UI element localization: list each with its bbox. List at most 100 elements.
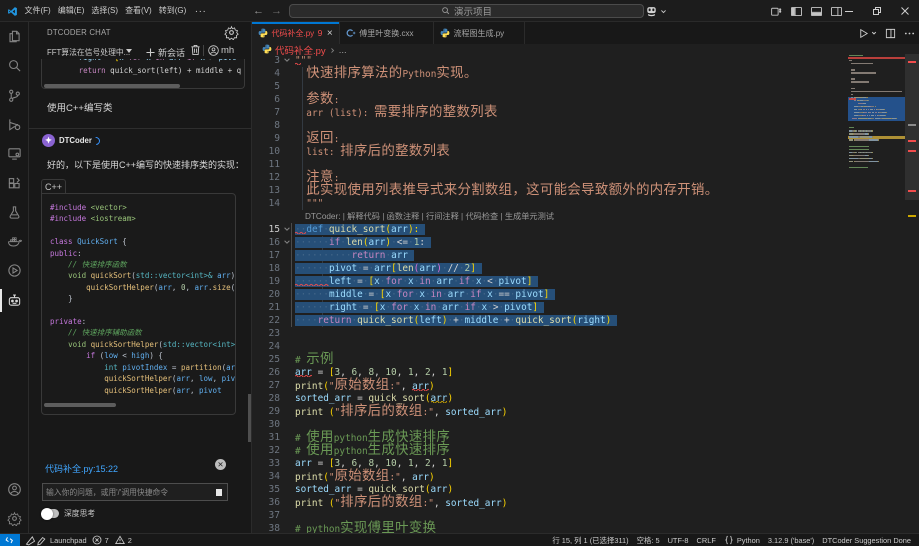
code-line-31[interactable]: 31# 使用python生成快速排序	[252, 431, 919, 444]
tab-流程图生成.py[interactable]: 流程图生成.py	[434, 22, 525, 44]
customize-layout-icon[interactable]	[770, 5, 783, 18]
indentation[interactable]: 空格: 5	[637, 535, 660, 546]
activity-settings-gear-icon[interactable]	[0, 504, 29, 533]
code-line-16[interactable]: 16······if·len(arr)·<=·1:	[252, 236, 919, 249]
session-title[interactable]: FFT算法在信号处理中...	[47, 47, 130, 58]
dtcoder-status[interactable]: DTCoder Suggestion Done	[822, 536, 911, 545]
code-line-36[interactable]: 36print ("排序后的数组:", sorted_arr)	[252, 496, 919, 509]
activity-run-debug-icon[interactable]	[0, 110, 29, 139]
code-line-9[interactable]: 9 返回:	[252, 132, 919, 145]
launchpad-button[interactable]: Launchpad	[25, 535, 87, 546]
activity-explorer-icon[interactable]	[0, 22, 29, 51]
split-editor-icon[interactable]	[885, 28, 896, 39]
tab-close-icon[interactable]: ×	[327, 28, 333, 39]
code-block-hscrollbar[interactable]	[44, 403, 116, 407]
activity-run-circle-icon[interactable]	[0, 256, 29, 285]
code-line-25[interactable]: 25# 示例	[252, 353, 919, 366]
code-line-10[interactable]: 10 list: 排序后的整数列表	[252, 145, 919, 158]
code-line-14[interactable]: 14 """	[252, 197, 919, 210]
code-line-8[interactable]: 8	[252, 119, 919, 132]
activity-remote-explorer-icon[interactable]	[0, 139, 29, 168]
python-interpreter[interactable]: 3.12.9 ('base')	[768, 536, 814, 545]
tab-傅里叶变换.cxx[interactable]: 傅里叶变换.cxx	[340, 22, 434, 44]
activity-test-flask-icon[interactable]	[0, 198, 29, 227]
code-line-11[interactable]: 11	[252, 158, 919, 171]
deep-think-toggle[interactable]	[42, 509, 59, 518]
menu-查看(V)[interactable]: 查看(V)	[122, 0, 156, 22]
activity-docker-icon[interactable]	[0, 227, 29, 256]
code-line-26[interactable]: 26arr = [3, 6, 8, 10, 1, 2, 1]	[252, 366, 919, 379]
code-line-6[interactable]: 6 参数:	[252, 93, 919, 106]
code-line-29[interactable]: 29print ("排序后的数组:", sorted_arr)	[252, 405, 919, 418]
code-line-38[interactable]: 38# python实现傅里叶变换	[252, 522, 919, 534]
code-line-19[interactable]: 19······left·=·[x·for·x·in·arr·if·x·<·pi…	[252, 275, 919, 288]
toggle-panel-icon[interactable]	[810, 5, 823, 18]
code-line-32[interactable]: 32# 使用python生成快速排序	[252, 444, 919, 457]
code-line-23[interactable]: 23	[252, 327, 919, 340]
code-line-35[interactable]: 35sorted_arr = quick_sort(arr)	[252, 483, 919, 496]
minimize-button[interactable]	[835, 0, 863, 22]
command-center-search[interactable]: 演示项目	[289, 4, 644, 18]
code-block-hscrollbar[interactable]	[44, 84, 180, 88]
activity-extensions-icon[interactable]	[0, 169, 29, 198]
copilot-button[interactable]	[645, 3, 667, 19]
context-file-link[interactable]: 代码补全.py:15:22	[45, 462, 118, 475]
stop-generation-button[interactable]	[216, 489, 223, 496]
fold-icon[interactable]	[283, 236, 291, 251]
back-arrow-icon[interactable]: ←	[253, 5, 264, 17]
encoding[interactable]: UTF-8	[668, 536, 689, 545]
user-account[interactable]: mh	[208, 45, 234, 56]
session-dropdown-icon[interactable]	[126, 49, 132, 53]
more-actions-icon[interactable]	[904, 28, 915, 39]
language-mode[interactable]: Python	[724, 535, 760, 545]
code-line-21[interactable]: 21······right·=·[x·for·x·in·arr·if·x·>·p…	[252, 301, 919, 314]
code-line-34[interactable]: 34print("原始数组:", arr)	[252, 470, 919, 483]
cursor-position[interactable]: 行 15, 列 1 (已选择311)	[552, 535, 628, 546]
menu-编辑(E)[interactable]: 编辑(E)	[54, 0, 88, 22]
code-line-30[interactable]: 30	[252, 418, 919, 431]
code-line-18[interactable]: 18······pivot·=·arr[len(arr)·//·2]	[252, 262, 919, 275]
menu-more[interactable]: ···	[190, 6, 212, 17]
code-line-15[interactable]: 15··def·quick_sort(arr):	[252, 223, 919, 236]
code-editor[interactable]: 3"""4 快速排序算法的Python实现。56 参数:7 arr (list)…	[252, 54, 919, 533]
run-python-file-button[interactable]	[858, 28, 877, 39]
code-line-13[interactable]: 13 此实现使用列表推导式来分割数组，这可能会导致额外的内存开销。	[252, 184, 919, 197]
close-button[interactable]	[891, 0, 919, 22]
code-line-27[interactable]: 27print("原始数组:", arr)	[252, 379, 919, 392]
chat-code-line: right = [x for x in arr if x > pivo	[56, 59, 241, 64]
context-reference-row: 代码补全.py:15:22 ✕	[29, 455, 252, 481]
activity-dtcoder-icon[interactable]	[0, 286, 29, 315]
code-line-4[interactable]: 4 快速排序算法的Python实现。	[252, 67, 919, 80]
activity-source-control-icon[interactable]	[0, 81, 29, 110]
code-language-tab[interactable]: C++	[41, 179, 66, 193]
menu-转到(G)[interactable]: 转到(G)	[155, 0, 190, 22]
code-line-22[interactable]: 22····return·quick_sort(left)·+·middle·+…	[252, 314, 919, 327]
chat-input[interactable]: 输入你的问题，或用'/'调用快捷命令	[42, 483, 228, 501]
code-line-37[interactable]: 37	[252, 509, 919, 522]
fold-icon[interactable]	[283, 54, 291, 68]
code-line-3[interactable]: 3"""	[252, 54, 919, 67]
codelens-dtcoder[interactable]: DTCoder: | 解释代码 | 函数注释 | 行间注释 | 代码检查 | 生…	[305, 210, 554, 223]
forward-arrow-icon[interactable]: →	[271, 5, 282, 17]
fold-icon[interactable]	[283, 223, 291, 238]
code-line-24[interactable]: 24	[252, 340, 919, 353]
code-line-12[interactable]: 12 注意:	[252, 171, 919, 184]
problems-button[interactable]: 7 2	[92, 535, 132, 545]
code-line-28[interactable]: 28sorted_arr = quick_sort(arr)	[252, 392, 919, 405]
activity-search-icon[interactable]	[0, 51, 29, 80]
new-session-button[interactable]: 新会话	[146, 46, 185, 59]
code-line-17[interactable]: 17··········return·arr	[252, 249, 919, 262]
code-line-20[interactable]: 20······middle·=·[x·for·x·in·arr·if·x·==…	[252, 288, 919, 301]
tab-代码补全.py[interactable]: 代码补全.py9×	[252, 22, 340, 44]
context-close-icon[interactable]: ✕	[215, 459, 226, 470]
code-line-5[interactable]: 5	[252, 80, 919, 93]
activity-account-icon[interactable]	[0, 475, 29, 504]
menu-选择(S)[interactable]: 选择(S)	[88, 0, 122, 22]
remote-indicator[interactable]	[0, 534, 20, 546]
code-line-33[interactable]: 33arr = [3, 6, 8, 10, 1, 2, 1]	[252, 457, 919, 470]
menu-文件(F)[interactable]: 文件(F)	[21, 0, 54, 22]
eol[interactable]: CRLF	[697, 536, 716, 545]
code-line-7[interactable]: 7 arr (list): 需要排序的整数列表	[252, 106, 919, 119]
restore-button[interactable]	[863, 0, 891, 22]
toggle-sidebar-icon[interactable]	[790, 5, 803, 18]
